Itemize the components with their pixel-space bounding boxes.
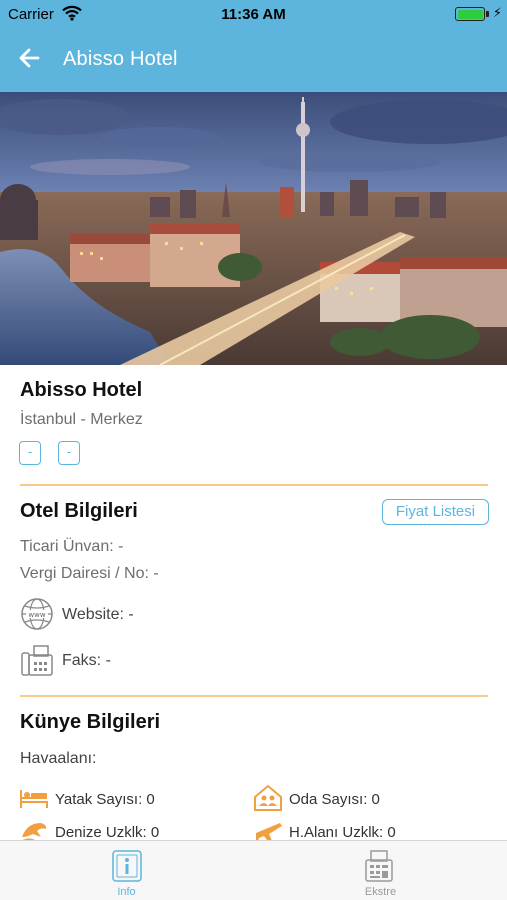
rooms-label: Oda Sayısı: 0 [289, 791, 380, 808]
globe-icon: www [21, 598, 53, 630]
battery-icon [455, 7, 485, 21]
back-button[interactable] [16, 44, 44, 72]
status-bar: Carrier 11:36 AM ⚡ [0, 0, 507, 28]
section-divider [20, 484, 488, 486]
tab-info[interactable]: Info [0, 841, 253, 900]
tax-office: Vergi Dairesi / No: - [20, 565, 159, 582]
navigation-bar: Abisso Hotel [0, 28, 507, 92]
charging-icon: ⚡ [492, 5, 502, 20]
battery-tip [486, 11, 489, 17]
fax-icon [21, 645, 53, 676]
airport-distance-label: H.Alanı Uzklk: 0 [289, 824, 396, 840]
hotel-location: İstanbul - Merkez [20, 411, 143, 428]
arrow-left-icon [19, 48, 40, 68]
website-label: Website: - [62, 606, 134, 623]
dolphin-icon [22, 823, 47, 840]
nav-title: Abisso Hotel [63, 48, 178, 70]
profile-title: Künye Bilgileri [20, 711, 161, 733]
hotel-details: Abisso Hotel İstanbul - Merkez - - Otel … [0, 365, 507, 840]
clock: 11:36 AM [221, 6, 286, 23]
hotel-name: Abisso Hotel [20, 379, 143, 401]
tab-statement-label: Ekstre [364, 886, 397, 898]
statement-icon [365, 850, 393, 882]
trade-name: Ticari Ünvan: - [20, 538, 124, 555]
bed-icon [20, 790, 48, 808]
tab-info-label: Info [117, 886, 136, 898]
beds-label: Yatak Sayısı: 0 [55, 791, 155, 808]
info-icon [112, 850, 142, 882]
tab-bar: Info Ekstre [0, 840, 507, 900]
sea-distance-label: Denize Uzklk: 0 [55, 824, 160, 840]
price-list-button[interactable]: Fiyat Listesi [382, 499, 489, 525]
room-icon [254, 784, 282, 811]
fax-label: Faks: - [62, 652, 111, 669]
airport-label: Havaalanı: [20, 750, 97, 767]
hotel-photo [0, 92, 507, 365]
tab-statement[interactable]: Ekstre [254, 841, 507, 900]
section-divider [20, 695, 488, 697]
hotel-chip[interactable]: - [58, 441, 80, 465]
svg-text:www: www [28, 611, 45, 619]
airplane-icon [256, 823, 282, 840]
hotel-info-title: Otel Bilgileri [20, 500, 138, 522]
hotel-chip[interactable]: - [19, 441, 41, 465]
